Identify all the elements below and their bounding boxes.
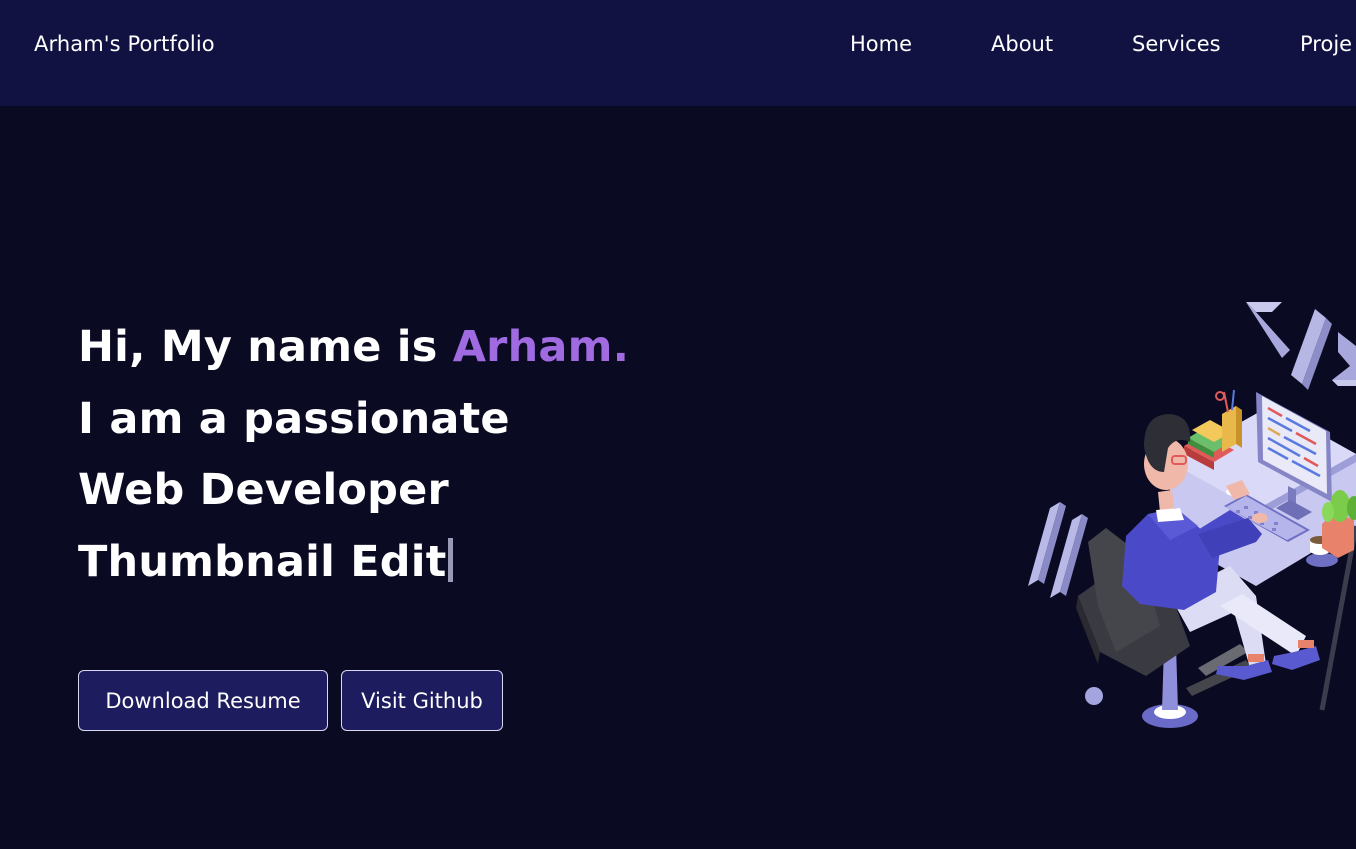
- navbar: Arham's Portfolio Home About Services Pr…: [0, 0, 1356, 106]
- nav-links: Home About Services Proje: [0, 32, 1356, 62]
- visit-github-button[interactable]: Visit Github: [341, 670, 503, 731]
- hero-line-2: I am a passionate: [78, 393, 510, 444]
- hero-heading: Hi, My name is Arham. I am a passionate …: [78, 312, 629, 598]
- nav-link-about[interactable]: About: [991, 32, 1053, 56]
- hero-name: Arham.: [452, 322, 630, 372]
- hero-section: Hi, My name is Arham. I am a passionate …: [0, 106, 1356, 849]
- nav-link-home[interactable]: Home: [850, 32, 912, 56]
- hero-line-3: Web Developer: [78, 465, 449, 515]
- code-brackets-icon: [1246, 302, 1356, 390]
- greeting-prefix: Hi, My name is: [78, 322, 453, 372]
- developer-at-desk-illustration: [1028, 302, 1356, 728]
- nav-link-projects[interactable]: Proje: [1300, 32, 1352, 56]
- typed-text: Thumbnail Edit: [78, 536, 447, 587]
- hero-greeting: Hi, My name is Arham.: [78, 312, 629, 384]
- download-resume-button[interactable]: Download Resume: [78, 670, 328, 731]
- typing-cursor: [448, 537, 454, 582]
- nav-link-services[interactable]: Services: [1132, 32, 1221, 56]
- hero-typed-line: Thumbnail Edit: [78, 527, 629, 599]
